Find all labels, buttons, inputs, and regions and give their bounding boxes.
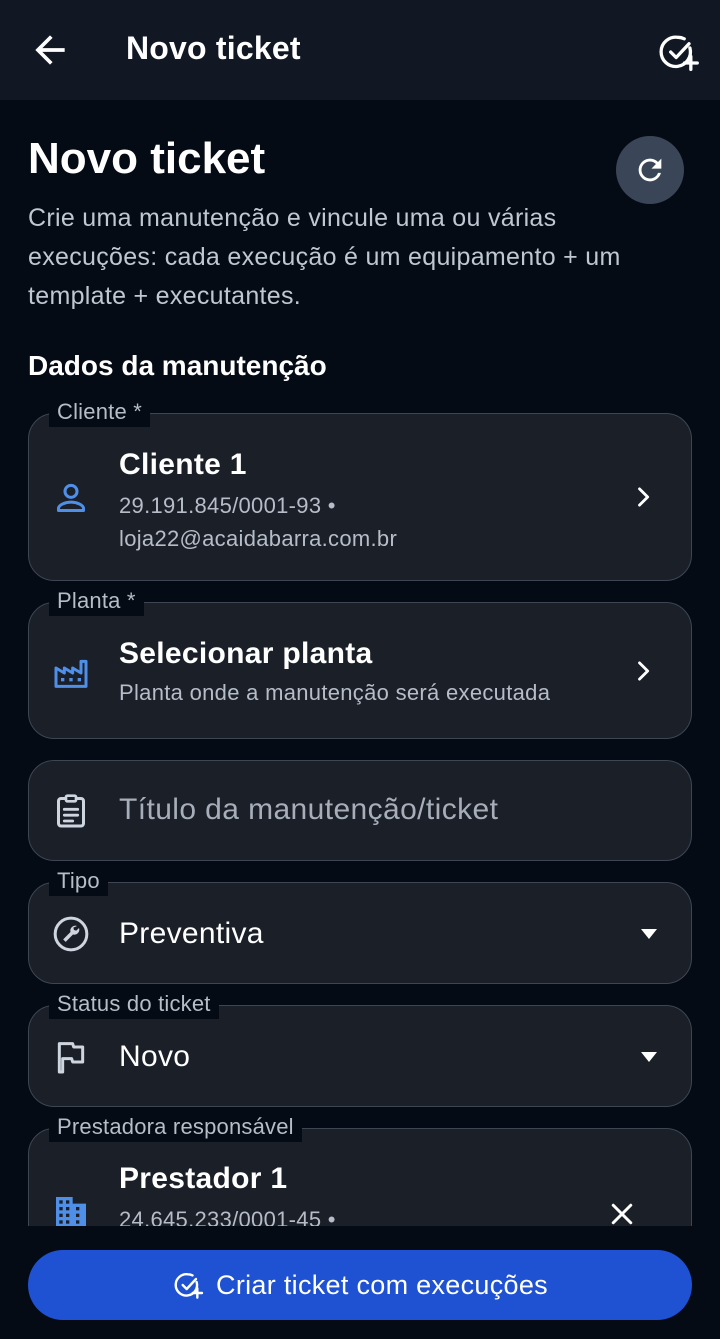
factory-icon	[54, 659, 88, 688]
titulo-input[interactable]: Título da manutenção/ticket	[28, 760, 692, 861]
titulo-placeholder: Título da manutenção/ticket	[119, 793, 499, 826]
cliente-label: Cliente *	[49, 397, 150, 427]
cliente-document: 29.191.845/0001-93 •	[119, 493, 336, 518]
cliente-name: Cliente 1	[119, 448, 247, 481]
planta-name: Selecionar planta	[119, 637, 373, 670]
tipo-value: Preventiva	[119, 917, 264, 950]
status-label: Status do ticket	[49, 989, 219, 1019]
scroll-content: Novo ticket Novo ticket Crie uma manuten…	[0, 0, 720, 1226]
app-bar: Novo ticket	[0, 0, 720, 100]
bottom-action-bar: Criar ticket com execuções	[0, 1226, 720, 1339]
refresh-button[interactable]	[616, 136, 684, 204]
status-value: Novo	[119, 1040, 191, 1073]
create-ticket-label: Criar ticket com execuções	[216, 1269, 548, 1300]
flag-icon	[57, 1042, 85, 1074]
wrench-icon	[53, 916, 89, 952]
person-icon	[57, 483, 85, 512]
chevron-right-icon	[638, 487, 650, 507]
check-circle-plus-icon[interactable]	[656, 30, 700, 74]
prestadora-field[interactable]: Prestadora responsável Prestador 1 24.64…	[28, 1112, 692, 1226]
cliente-email: loja22@acaidabarra.com.br	[119, 526, 398, 551]
planta-label: Planta *	[49, 586, 144, 616]
status-select[interactable]: Status do ticket Novo	[28, 989, 692, 1107]
refresh-icon	[638, 158, 662, 182]
chevron-right-icon	[638, 661, 650, 681]
page-description: Crie uma manutenção e vincule uma ou vár…	[28, 204, 621, 310]
building-icon	[56, 1197, 86, 1226]
tipo-label: Tipo	[49, 866, 108, 896]
tipo-select[interactable]: Tipo Preventiva	[28, 866, 692, 984]
planta-field[interactable]: Planta * Selecionar planta Planta onde a…	[28, 586, 692, 739]
planta-hint: Planta onde a manutenção será executada	[119, 680, 551, 705]
close-icon[interactable]	[607, 1199, 637, 1226]
check-circle-plus-icon	[174, 1273, 204, 1299]
dropdown-arrow-icon	[641, 929, 657, 939]
dropdown-arrow-icon	[641, 1052, 657, 1062]
clipboard-icon	[57, 794, 85, 828]
page-title: Novo ticket	[28, 134, 266, 183]
create-ticket-button[interactable]: Criar ticket com execuções	[28, 1250, 692, 1320]
prestadora-document: 24.645.233/0001-45 •	[119, 1207, 336, 1226]
arrow-left-icon[interactable]	[28, 28, 72, 72]
cliente-field[interactable]: Cliente * Cliente 1 29.191.845/0001-93 •…	[28, 397, 692, 581]
section-title: Dados da manutenção	[28, 350, 327, 381]
prestadora-label: Prestadora responsável	[49, 1112, 302, 1142]
prestadora-name: Prestador 1	[119, 1162, 288, 1195]
app-bar-title: Novo ticket	[126, 30, 301, 66]
